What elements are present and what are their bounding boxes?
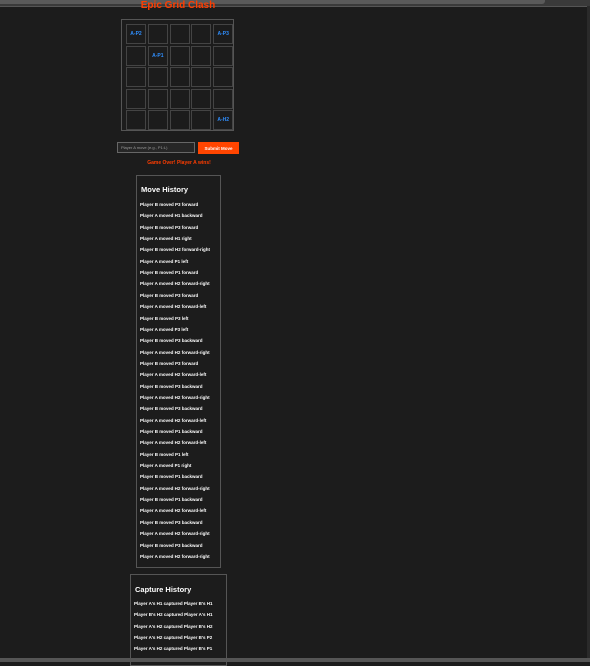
submit-move-button[interactable]: Submit Move — [198, 142, 239, 154]
move-history-entry: Player A moved H2 forward-left — [140, 440, 207, 446]
move-history-entry: Player B moved P1 backward — [140, 429, 203, 434]
move-history-entry: Player B moved P3 backward — [140, 542, 203, 548]
capture-history-panel: Capture History Player A's H1 captured P… — [130, 574, 227, 666]
move-history-entry: Player B moved P3 forward — [140, 292, 199, 298]
board-cell[interactable]: A-P1 — [147, 45, 168, 66]
move-history-entry: Player A moved H2 forward-right — [140, 281, 210, 287]
board-cell[interactable] — [126, 88, 146, 109]
move-history-entry: Player B moved P1 backward — [140, 474, 203, 480]
board-cell[interactable] — [147, 110, 168, 131]
move-history-entry: Player B moved P3 forward — [140, 224, 199, 230]
board-cell[interactable] — [147, 88, 168, 109]
board-cell[interactable]: A-P3 — [213, 24, 234, 44]
capture-history-entry: Player A's H2 captured Player B's P2 — [134, 634, 213, 640]
capture-history-entry: Player B's H2 captured Player A's H1 — [134, 612, 213, 618]
board-cell[interactable] — [213, 45, 234, 66]
move-history-entry: Player A moved H2 forward-left — [140, 417, 207, 423]
game-board: A-P2 A-P3 A-P1 A-H2 — [121, 19, 234, 131]
board-cell[interactable] — [191, 110, 212, 131]
move-history-entry: Player B moved P1 forward — [140, 270, 199, 276]
board-cell[interactable]: A-P2 — [126, 24, 146, 44]
board-cell[interactable] — [126, 110, 146, 131]
move-history-entry: Player A moved H2 forward-right — [140, 394, 210, 400]
board-cell[interactable] — [213, 67, 234, 88]
board-cell[interactable] — [169, 67, 190, 88]
board-cell[interactable] — [169, 88, 190, 109]
move-history-entry: Player A moved H1 backward — [140, 213, 203, 219]
board-cell[interactable] — [169, 45, 190, 66]
move-history-entry: Player B moved P1 backward — [140, 497, 203, 503]
capture-history-entry: Player A's H1 captured Player B's H1 — [134, 601, 213, 606]
board-cell[interactable] — [169, 24, 190, 44]
move-history-entry: Player A moved P3 left — [140, 326, 189, 332]
move-history-entry: Player A moved P1 left — [140, 258, 189, 264]
move-history-entry: Player A moved H2 forward-left — [140, 508, 207, 514]
move-history-entry: Player A moved H1 right — [140, 236, 192, 242]
move-history-entry: Player A moved P1 right — [140, 463, 192, 469]
move-history-panel: Move History Player B moved P3 forward Pl… — [136, 175, 221, 568]
move-history-entry: Player B moved P1 left — [140, 451, 189, 457]
capture-history-title: Capture History — [135, 585, 192, 594]
move-history-entry: Player B moved P3 forward — [140, 360, 199, 366]
move-history-entry: Player B moved P3 backward — [140, 406, 203, 412]
move-history-entry: Player A moved H2 forward-right — [140, 553, 210, 559]
move-history-entry: Player B moved P3 left — [140, 315, 189, 321]
move-history-entry: Player B moved P3 backward — [140, 519, 203, 525]
browser-scrollbar-top[interactable] — [0, 0, 590, 7]
board-cell[interactable] — [126, 67, 146, 88]
page-title: Epic Grid Clash — [140, 0, 216, 11]
capture-history-entry: Player A's H2 captured Player B's P1 — [134, 646, 213, 652]
board-cell[interactable] — [147, 67, 168, 88]
capture-history-entry: Player A's H2 captured Player B's H2 — [134, 623, 213, 629]
move-history-entry: Player A moved H2 forward-right — [140, 485, 210, 491]
board-cell[interactable] — [191, 45, 212, 66]
game-status-message: Game Over! Player A wins! — [147, 160, 211, 166]
board-cell[interactable] — [191, 67, 212, 88]
move-history-entry: Player B moved P3 backward — [140, 383, 203, 389]
move-history-entry: Player A moved H2 forward-right — [140, 349, 210, 355]
move-history-entry: Player B moved P3 backward — [140, 338, 203, 344]
move-history-entry: Player B moved H2 forward-right — [140, 247, 211, 253]
board-cell[interactable] — [191, 24, 212, 44]
board-cell[interactable] — [169, 110, 190, 131]
board-cell[interactable] — [213, 88, 234, 109]
board-cell[interactable] — [147, 24, 168, 44]
move-history-entry: Player A moved H2 forward-left — [140, 372, 207, 378]
move-history-title: Move History — [141, 185, 189, 194]
scroll-thumb[interactable] — [0, 0, 545, 4]
bottom-scrollbar[interactable] — [0, 658, 590, 662]
board-cell[interactable]: A-H2 — [213, 110, 234, 131]
move-history-entry: Player A moved H2 forward-left — [140, 304, 207, 310]
move-input[interactable] — [117, 142, 195, 153]
board-cell[interactable] — [191, 88, 212, 109]
board-cell[interactable] — [126, 45, 146, 66]
move-history-entry: Player B moved P3 forward — [140, 202, 199, 207]
move-history-entry: Player A moved H2 forward-right — [140, 531, 210, 537]
